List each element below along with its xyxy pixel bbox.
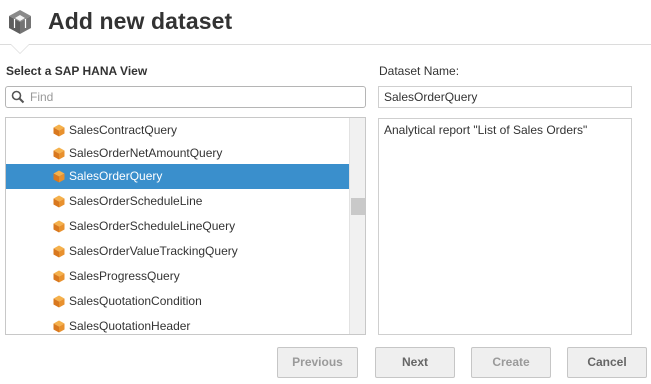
list-item-label: SalesQuotationCondition bbox=[69, 294, 202, 308]
list-item-label: SalesContractQuery bbox=[69, 123, 178, 137]
view-select-label: Select a SAP HANA View bbox=[6, 64, 148, 78]
cube-icon bbox=[53, 195, 65, 208]
list-item[interactable]: SalesQuotationCondition bbox=[6, 289, 349, 314]
cube-icon bbox=[53, 320, 65, 333]
list-item-label: SalesOrderValueTrackingQuery bbox=[69, 244, 238, 258]
cube-stack-icon bbox=[9, 10, 31, 34]
create-button[interactable]: Create bbox=[471, 347, 551, 378]
list-item-label: SalesOrderScheduleLine bbox=[69, 194, 203, 208]
list-item-label: SalesOrderNetAmountQuery bbox=[69, 146, 223, 160]
cube-icon bbox=[53, 147, 65, 160]
list-item[interactable]: SalesProgressQuery bbox=[6, 264, 349, 289]
list-item[interactable]: SalesQuotationHeader bbox=[6, 314, 349, 334]
list-item[interactable]: SalesOrderQuery bbox=[6, 164, 349, 189]
search-input[interactable] bbox=[30, 89, 360, 105]
cube-icon bbox=[53, 170, 65, 183]
list-item-label: SalesOrderScheduleLineQuery bbox=[69, 219, 236, 233]
list-scrollbar[interactable] bbox=[349, 118, 365, 334]
list-item[interactable]: SalesOrderValueTrackingQuery bbox=[6, 239, 349, 264]
cube-icon bbox=[53, 295, 65, 308]
cube-icon bbox=[53, 245, 65, 258]
dataset-description-field[interactable]: Analytical report "List of Sales Orders" bbox=[378, 118, 632, 335]
header-divider bbox=[0, 44, 651, 45]
cube-icon bbox=[53, 124, 65, 137]
previous-button[interactable]: Previous bbox=[277, 347, 358, 378]
cancel-button[interactable]: Cancel bbox=[567, 347, 647, 378]
list-item-label: SalesQuotationHeader bbox=[69, 319, 191, 333]
hana-view-list[interactable]: SalesContractQuery SalesOrderNetAmountQue… bbox=[5, 117, 366, 335]
list-item[interactable]: SalesContractQuery bbox=[6, 118, 349, 143]
list-item[interactable]: SalesOrderScheduleLineQuery bbox=[6, 214, 349, 239]
scrollbar-thumb[interactable] bbox=[351, 198, 365, 215]
list-item[interactable]: SalesOrderNetAmountQuery bbox=[6, 141, 349, 166]
next-button[interactable]: Next bbox=[375, 347, 455, 378]
list-item-label: SalesProgressQuery bbox=[69, 269, 180, 283]
dialog-title: Add new dataset bbox=[48, 8, 233, 34]
dataset-name-input[interactable] bbox=[378, 86, 632, 108]
list-item[interactable]: SalesOrderScheduleLine bbox=[6, 189, 349, 214]
header-notch bbox=[11, 44, 29, 53]
cube-icon bbox=[53, 220, 65, 233]
dialog-header: Add new dataset bbox=[0, 0, 651, 44]
list-item-label: SalesOrderQuery bbox=[69, 169, 163, 183]
search-icon bbox=[11, 90, 25, 104]
dataset-name-label: Dataset Name: bbox=[379, 64, 460, 78]
search-box[interactable] bbox=[5, 86, 366, 108]
cube-icon bbox=[53, 270, 65, 283]
